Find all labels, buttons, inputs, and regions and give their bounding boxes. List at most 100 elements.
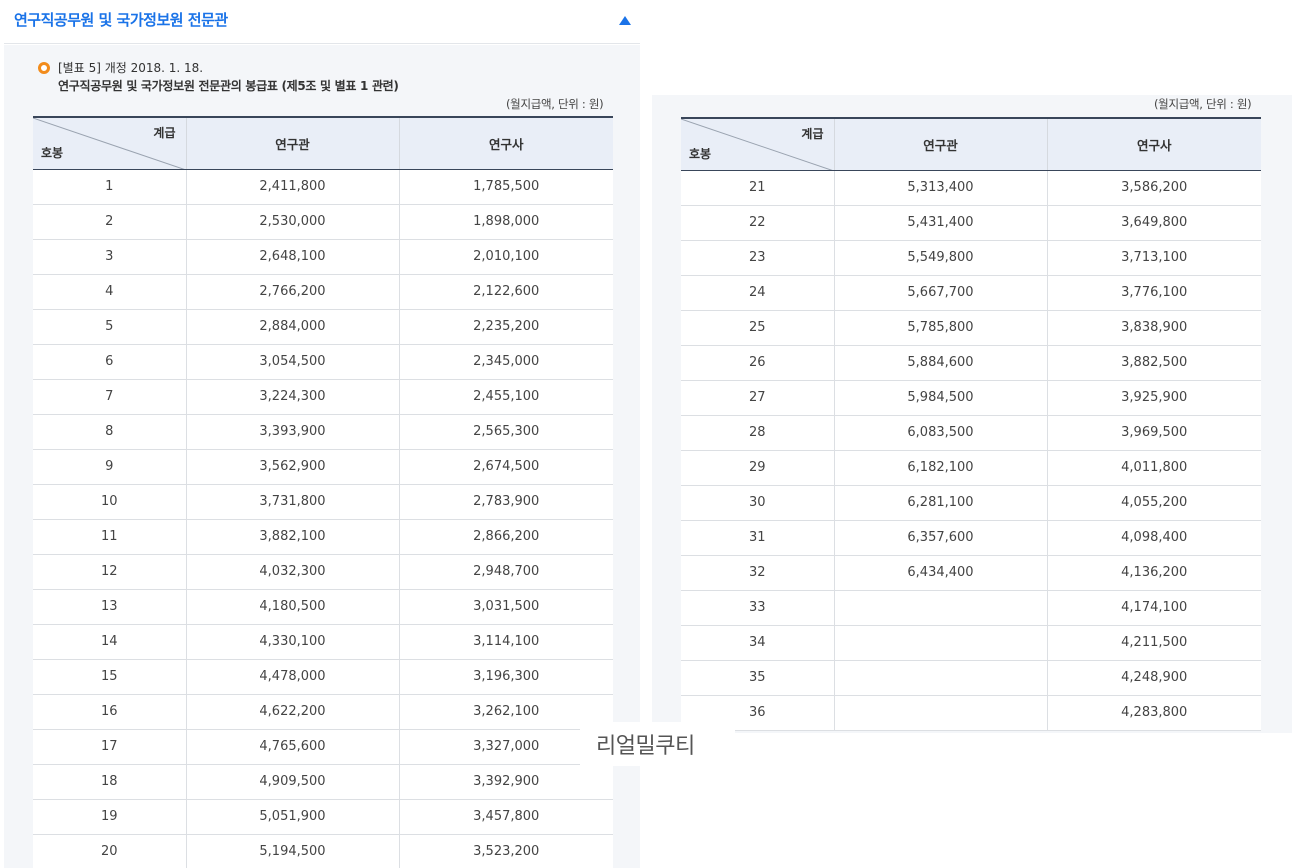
- researcher-pay-cell: 3,031,500: [399, 589, 613, 625]
- table-row: 6 3,054,500 2,345,000: [33, 344, 613, 380]
- table-row: 12 4,032,300 2,948,700: [33, 554, 613, 590]
- researcher-pay-cell: 1,785,500: [399, 169, 613, 205]
- researcher-pay-cell: 1,898,000: [399, 204, 613, 240]
- researcher-pay-cell: 4,011,800: [1047, 450, 1261, 486]
- researcher-senior-pay-cell: 5,884,600: [834, 345, 1048, 381]
- researcher-senior-pay-cell: 5,984,500: [834, 380, 1048, 416]
- table-row: 5 2,884,000 2,235,200: [33, 309, 613, 345]
- step-cell: 30: [681, 485, 835, 521]
- step-cell: 23: [681, 240, 835, 276]
- researcher-senior-pay-cell: 4,330,100: [186, 624, 400, 660]
- researcher-pay-cell: 4,174,100: [1047, 590, 1261, 626]
- step-cell: 6: [33, 344, 187, 380]
- researcher-senior-pay-cell: 3,882,100: [186, 519, 400, 555]
- circle-bullet-icon: [38, 62, 50, 74]
- unit-label-left: (월지급액, 단위 : 원): [506, 97, 604, 111]
- researcher-pay-cell: 3,776,100: [1047, 275, 1261, 311]
- step-cell: 4: [33, 274, 187, 310]
- pay-table-right: 계급 호봉 연구관 연구사 21 5,313,400 3,586,200 22 5,43…: [681, 117, 1261, 731]
- step-cell: 1: [33, 169, 187, 205]
- step-cell: 7: [33, 379, 187, 415]
- researcher-senior-pay-cell: 2,648,100: [186, 239, 400, 275]
- researcher-senior-pay-cell: 3,054,500: [186, 344, 400, 380]
- table-row: 28 6,083,500 3,969,500: [681, 415, 1261, 451]
- researcher-senior-pay-cell: 3,731,800: [186, 484, 400, 520]
- table-row: 26 5,884,600 3,882,500: [681, 345, 1261, 381]
- table-row: 30 6,281,100 4,055,200: [681, 485, 1261, 521]
- table-row: 13 4,180,500 3,031,500: [33, 589, 613, 625]
- researcher-pay-cell: 4,098,400: [1047, 520, 1261, 556]
- table-row: 34 4,211,500: [681, 625, 1261, 661]
- triangle-up-icon[interactable]: [619, 16, 631, 25]
- researcher-pay-cell: 2,122,600: [399, 274, 613, 310]
- table-row: 3 2,648,100 2,010,100: [33, 239, 613, 275]
- table-row: 22 5,431,400 3,649,800: [681, 205, 1261, 241]
- researcher-pay-cell: 2,948,700: [399, 554, 613, 590]
- table-row: 27 5,984,500 3,925,900: [681, 380, 1261, 416]
- researcher-senior-pay-cell: 4,909,500: [186, 764, 400, 800]
- watermark-text: 리얼밀쿠티: [580, 722, 735, 766]
- researcher-senior-pay-cell: 2,411,800: [186, 169, 400, 205]
- header-researcher-senior: 연구관: [186, 116, 400, 170]
- table-row: 29 6,182,100 4,011,800: [681, 450, 1261, 486]
- researcher-senior-pay-cell: 4,478,000: [186, 659, 400, 695]
- note-title: 연구직공무원 및 국가정보원 전문관의 봉급표 (제5조 및 별표 1 관련): [58, 79, 399, 93]
- researcher-pay-cell: 4,055,200: [1047, 485, 1261, 521]
- researcher-pay-cell: 3,969,500: [1047, 415, 1261, 451]
- step-cell: 11: [33, 519, 187, 555]
- researcher-senior-pay-cell: 4,180,500: [186, 589, 400, 625]
- researcher-pay-cell: 2,235,200: [399, 309, 613, 345]
- table-row: 18 4,909,500 3,392,900: [33, 764, 613, 800]
- header-researcher: 연구사: [1047, 117, 1261, 171]
- table-row: 25 5,785,800 3,838,900: [681, 310, 1261, 346]
- researcher-senior-pay-cell: 2,884,000: [186, 309, 400, 345]
- step-cell: 17: [33, 729, 187, 765]
- researcher-senior-pay-cell: 2,766,200: [186, 274, 400, 310]
- step-cell: 13: [33, 589, 187, 625]
- researcher-pay-cell: 2,345,000: [399, 344, 613, 380]
- researcher-pay-cell: 4,211,500: [1047, 625, 1261, 661]
- researcher-pay-cell: 2,674,500: [399, 449, 613, 485]
- table-row: 20 5,194,500 3,523,200: [33, 834, 613, 868]
- researcher-pay-cell: 4,283,800: [1047, 695, 1261, 731]
- step-cell: 24: [681, 275, 835, 311]
- header-grade: 계급: [801, 127, 824, 141]
- table-row: 23 5,549,800 3,713,100: [681, 240, 1261, 276]
- table-note: [별표 5] 개정 2018. 1. 18. 연구직공무원 및 국가정보원 전문…: [38, 59, 399, 95]
- step-cell: 29: [681, 450, 835, 486]
- table-row: 11 3,882,100 2,866,200: [33, 519, 613, 555]
- step-cell: 5: [33, 309, 187, 345]
- table-row: 19 5,051,900 3,457,800: [33, 799, 613, 835]
- researcher-senior-pay-cell: [834, 590, 1048, 626]
- table-row: 31 6,357,600 4,098,400: [681, 520, 1261, 556]
- table-row: 33 4,174,100: [681, 590, 1261, 626]
- step-cell: 8: [33, 414, 187, 450]
- table-row: 17 4,765,600 3,327,000: [33, 729, 613, 765]
- researcher-senior-pay-cell: 5,549,800: [834, 240, 1048, 276]
- researcher-senior-pay-cell: 5,051,900: [186, 799, 400, 835]
- step-cell: 35: [681, 660, 835, 696]
- researcher-senior-pay-cell: 6,357,600: [834, 520, 1048, 556]
- researcher-senior-pay-cell: 4,622,200: [186, 694, 400, 730]
- researcher-pay-cell: 3,925,900: [1047, 380, 1261, 416]
- step-cell: 12: [33, 554, 187, 590]
- step-cell: 3: [33, 239, 187, 275]
- researcher-senior-pay-cell: [834, 695, 1048, 731]
- step-cell: 15: [33, 659, 187, 695]
- table-row: 32 6,434,400 4,136,200: [681, 555, 1261, 591]
- step-cell: 18: [33, 764, 187, 800]
- researcher-senior-pay-cell: 3,224,300: [186, 379, 400, 415]
- section-header[interactable]: 연구직공무원 및 국가정보원 전문관: [4, 0, 640, 44]
- table-row: 8 3,393,900 2,565,300: [33, 414, 613, 450]
- researcher-pay-cell: 3,586,200: [1047, 170, 1261, 206]
- researcher-pay-cell: 2,010,100: [399, 239, 613, 275]
- step-cell: 34: [681, 625, 835, 661]
- step-cell: 28: [681, 415, 835, 451]
- header-step: 호봉: [41, 145, 64, 160]
- note-revision: [별표 5] 개정 2018. 1. 18.: [58, 61, 204, 75]
- researcher-senior-pay-cell: [834, 625, 1048, 661]
- table-row: 36 4,283,800: [681, 695, 1261, 731]
- researcher-pay-cell: 3,713,100: [1047, 240, 1261, 276]
- researcher-pay-cell: 4,136,200: [1047, 555, 1261, 591]
- researcher-pay-cell: 3,196,300: [399, 659, 613, 695]
